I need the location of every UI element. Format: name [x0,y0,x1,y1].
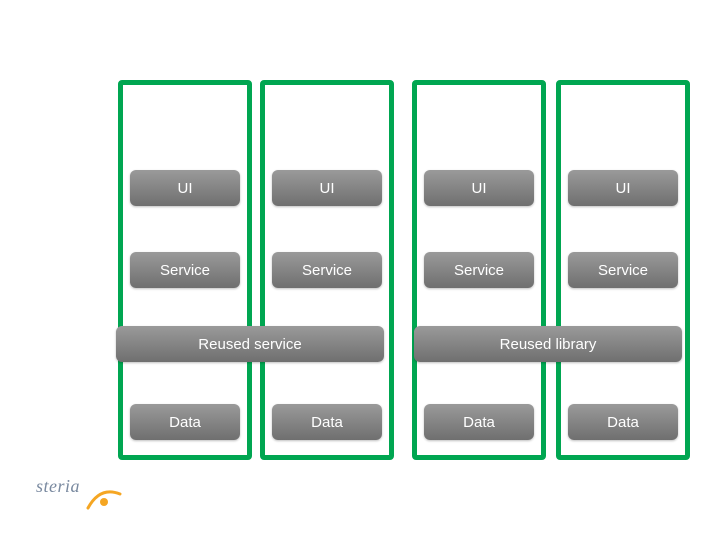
box-ui-2: UI [424,170,534,206]
steria-logo-swoosh-icon [86,484,122,514]
box-data-0: Data [130,404,240,440]
box-data-2: Data [424,404,534,440]
box-data-3: Data [568,404,678,440]
box-ui-0: UI [130,170,240,206]
box-reused-library: Reused library [414,326,682,362]
steria-logo: steria [36,476,116,516]
box-reused-service: Reused service [116,326,384,362]
box-ui-1: UI [272,170,382,206]
box-service-1: Service [272,252,382,288]
box-data-1: Data [272,404,382,440]
box-ui-3: UI [568,170,678,206]
box-service-3: Service [568,252,678,288]
box-service-2: Service [424,252,534,288]
box-service-0: Service [130,252,240,288]
diagram-canvas: UI UI UI UI Service Service Service Serv… [0,0,720,540]
steria-logo-text: steria [36,476,80,496]
